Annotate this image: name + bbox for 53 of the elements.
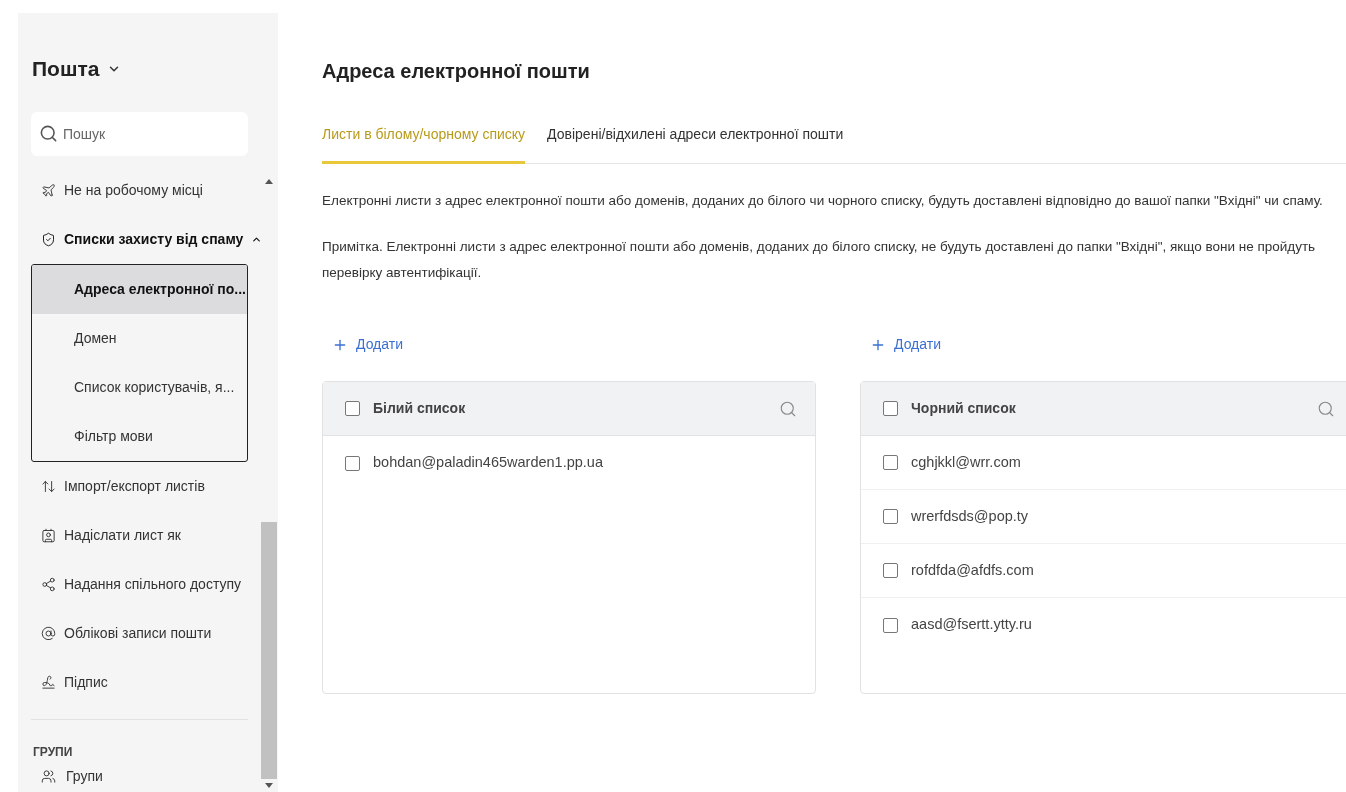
search-field[interactable]: Пошук (31, 111, 248, 156)
section-heading: ГРУПИ (32, 743, 74, 761)
list-row[interactable]: wrerfdsds@pop.ty (861, 490, 1346, 544)
checkbox[interactable] (883, 563, 898, 578)
list-row[interactable]: rofdfda@afdfs.com (861, 544, 1346, 598)
menu-icon (41, 527, 56, 543)
list-row[interactable]: bohdan@paladin465warden1.pp.ua (323, 436, 815, 490)
sidebar-item[interactable]: Групи (31, 760, 248, 792)
menu-icon (41, 625, 56, 641)
list-row[interactable]: cghjkkl@wrr.com (861, 436, 1346, 490)
checkbox[interactable] (883, 617, 898, 633)
sidebar-item[interactable]: Імпорт/експорт листів (31, 461, 248, 511)
group-icon (41, 768, 56, 784)
add-button[interactable]: Додати (332, 334, 403, 355)
email-address: cghjkkl@wrr.com (911, 452, 1021, 472)
menu-icon (41, 478, 56, 494)
sidebar-item[interactable]: Не на робочому місці (31, 165, 248, 215)
submenu-item[interactable]: Адреса електронної по... (32, 264, 247, 314)
sidebar-item[interactable]: Надання спільного доступу (31, 559, 248, 609)
menu-icon (41, 231, 56, 247)
checkbox[interactable] (345, 401, 360, 416)
checkbox[interactable] (883, 509, 898, 524)
submenu-item[interactable]: Фільтр мови (32, 411, 247, 461)
description-text: Електронні листи з адрес електронної пошти або доменів, доданих до білого чи чорного списку, будуть доставлені відповідно до вашої папки "Вхідні" чи спаму. (322, 192, 1324, 210)
page-title: Адреса електронної пошти (322, 59, 591, 84)
add-button[interactable]: Додати (870, 334, 941, 355)
list-title: Чорний список (911, 399, 1017, 418)
email-address: bohdan@paladin465warden1.pp.ua (373, 453, 603, 473)
email-address: aasd@fsertt.ytty.ru (911, 615, 1032, 635)
note-text: Примітка. Електронні листи з адрес електронної пошти або доменів, доданих до білого списку, не будуть доставлені до папки "Вхідні", якщо вони не пройдуть перевірку автентифікації. (322, 238, 1317, 282)
sidebar-item[interactable]: Облікові записи пошти (31, 608, 248, 658)
list-title: Білий список (373, 399, 467, 418)
search-icon (39, 123, 58, 143)
sidebar-item[interactable]: Підпис (31, 657, 248, 707)
sidebar-item[interactable]: Списки захисту від спаму (31, 214, 248, 264)
menu-icon (41, 182, 56, 198)
email-address: wrerfdsds@pop.ty (911, 506, 1029, 526)
list-row[interactable]: aasd@fsertt.ytty.ru (861, 598, 1346, 652)
search-icon[interactable] (779, 399, 797, 418)
email-address: rofdfda@afdfs.com (911, 560, 1034, 580)
tab[interactable]: Довірені/відхилені адреси електронної пошти (547, 124, 844, 164)
menu-icon (41, 576, 56, 592)
submenu-item[interactable]: Домен (32, 313, 247, 363)
sidebar-title: Пошта (32, 56, 100, 82)
sidebar-item[interactable]: Надіслати лист як (31, 510, 248, 560)
checkbox[interactable] (883, 455, 898, 470)
submenu-item[interactable]: Список користувачів, я... (32, 362, 247, 412)
scroll-down-icon[interactable] (265, 783, 273, 788)
checkbox[interactable] (345, 455, 360, 471)
checkbox[interactable] (883, 401, 898, 416)
menu-icon (41, 674, 56, 690)
search-icon[interactable] (1317, 399, 1335, 418)
scroll-up-icon[interactable] (265, 179, 273, 184)
